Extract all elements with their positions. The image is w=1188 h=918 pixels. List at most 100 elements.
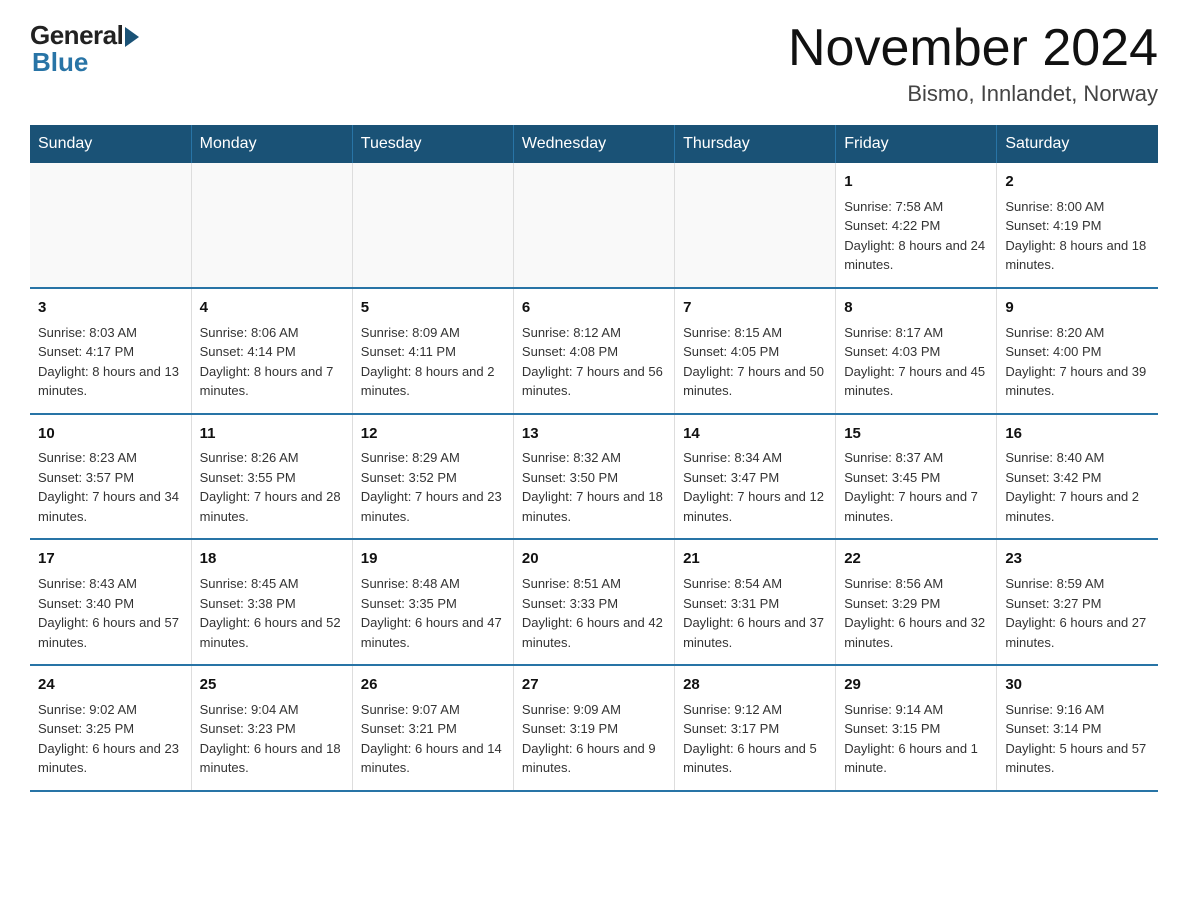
day-info: Sunrise: 8:40 AMSunset: 3:42 PMDaylight:… <box>1005 448 1150 526</box>
day-info: Sunrise: 8:12 AMSunset: 4:08 PMDaylight:… <box>522 323 666 401</box>
calendar-cell <box>352 163 513 288</box>
day-info: Sunrise: 8:09 AMSunset: 4:11 PMDaylight:… <box>361 323 505 401</box>
day-info: Sunrise: 8:56 AMSunset: 3:29 PMDaylight:… <box>844 574 988 652</box>
calendar-cell: 6 Sunrise: 8:12 AMSunset: 4:08 PMDaylight… <box>513 288 674 414</box>
header-day-saturday: Saturday <box>997 125 1158 163</box>
day-number: 1 <box>844 171 988 193</box>
calendar-cell: 20Sunrise: 8:51 AMSunset: 3:33 PMDayligh… <box>513 539 674 665</box>
day-info: Sunrise: 8:43 AMSunset: 3:40 PMDaylight:… <box>38 574 183 652</box>
calendar-cell: 5 Sunrise: 8:09 AMSunset: 4:11 PMDaylight… <box>352 288 513 414</box>
day-number: 12 <box>361 423 505 445</box>
calendar-week-4: 17 Sunrise: 8:43 AMSunset: 3:40 PMDayligh… <box>30 539 1158 665</box>
calendar-cell: 10 Sunrise: 8:23 AMSunset: 3:57 PMDayligh… <box>30 414 191 540</box>
header-day-thursday: Thursday <box>675 125 836 163</box>
calendar-cell: 25 Sunrise: 9:04 AMSunset: 3:23 PMDayligh… <box>191 665 352 791</box>
day-number: 14 <box>683 423 827 445</box>
day-info: Sunrise: 7:58 AMSunset: 4:22 PMDaylight:… <box>844 197 988 275</box>
calendar-cell: 21 Sunrise: 8:54 AMSunset: 3:31 PMDayligh… <box>675 539 836 665</box>
calendar-cell: 23 Sunrise: 8:59 AMSunset: 3:27 PMDayligh… <box>997 539 1158 665</box>
day-number: 7 <box>683 297 827 319</box>
calendar-cell: 15 Sunrise: 8:37 AMSunset: 3:45 PMDayligh… <box>836 414 997 540</box>
calendar-cell: 26 Sunrise: 9:07 AMSunset: 3:21 PMDayligh… <box>352 665 513 791</box>
calendar-cell: 27 Sunrise: 9:09 AMSunset: 3:19 PMDayligh… <box>513 665 674 791</box>
title-block: November 2024 Bismo, Innlandet, Norway <box>788 20 1158 107</box>
header-day-friday: Friday <box>836 125 997 163</box>
calendar-cell: 16 Sunrise: 8:40 AMSunset: 3:42 PMDayligh… <box>997 414 1158 540</box>
day-number: 10 <box>38 423 183 445</box>
calendar-table: SundayMondayTuesdayWednesdayThursdayFrid… <box>30 125 1158 792</box>
day-info: Sunrise: 8:03 AMSunset: 4:17 PMDaylight:… <box>38 323 183 401</box>
day-number: 24 <box>38 674 183 696</box>
day-number: 4 <box>200 297 344 319</box>
day-number: 3 <box>38 297 183 319</box>
day-number: 26 <box>361 674 505 696</box>
day-info: Sunrise: 8:26 AMSunset: 3:55 PMDaylight:… <box>200 448 344 526</box>
calendar-cell: 24 Sunrise: 9:02 AMSunset: 3:25 PMDayligh… <box>30 665 191 791</box>
day-number: 20 <box>522 548 666 570</box>
day-info: Sunrise: 8:54 AMSunset: 3:31 PMDaylight:… <box>683 574 827 652</box>
calendar-cell <box>191 163 352 288</box>
calendar-cell: 28Sunrise: 9:12 AMSunset: 3:17 PMDayligh… <box>675 665 836 791</box>
calendar-cell: 17 Sunrise: 8:43 AMSunset: 3:40 PMDayligh… <box>30 539 191 665</box>
day-info: Sunrise: 9:16 AMSunset: 3:14 PMDaylight:… <box>1005 700 1150 778</box>
header-day-tuesday: Tuesday <box>352 125 513 163</box>
day-info: Sunrise: 9:09 AMSunset: 3:19 PMDaylight:… <box>522 700 666 778</box>
day-number: 25 <box>200 674 344 696</box>
day-number: 17 <box>38 548 183 570</box>
calendar-cell: 22 Sunrise: 8:56 AMSunset: 3:29 PMDayligh… <box>836 539 997 665</box>
day-number: 18 <box>200 548 344 570</box>
calendar-week-2: 3 Sunrise: 8:03 AMSunset: 4:17 PMDaylight… <box>30 288 1158 414</box>
page-header: General Blue November 2024 Bismo, Innlan… <box>30 20 1158 107</box>
header-day-wednesday: Wednesday <box>513 125 674 163</box>
day-number: 22 <box>844 548 988 570</box>
logo: General Blue <box>30 20 139 78</box>
calendar-cell <box>513 163 674 288</box>
logo-arrow-icon <box>125 27 139 47</box>
day-number: 19 <box>361 548 505 570</box>
day-info: Sunrise: 8:34 AMSunset: 3:47 PMDaylight:… <box>683 448 827 526</box>
day-number: 27 <box>522 674 666 696</box>
day-number: 15 <box>844 423 988 445</box>
calendar-cell <box>30 163 191 288</box>
day-number: 16 <box>1005 423 1150 445</box>
day-number: 6 <box>522 297 666 319</box>
day-info: Sunrise: 8:17 AMSunset: 4:03 PMDaylight:… <box>844 323 988 401</box>
day-info: Sunrise: 9:12 AMSunset: 3:17 PMDaylight:… <box>683 700 827 778</box>
header-day-monday: Monday <box>191 125 352 163</box>
location-title: Bismo, Innlandet, Norway <box>788 81 1158 107</box>
day-info: Sunrise: 9:02 AMSunset: 3:25 PMDaylight:… <box>38 700 183 778</box>
day-number: 21 <box>683 548 827 570</box>
day-info: Sunrise: 8:00 AMSunset: 4:19 PMDaylight:… <box>1005 197 1150 275</box>
calendar-cell: 30 Sunrise: 9:16 AMSunset: 3:14 PMDayligh… <box>997 665 1158 791</box>
calendar-cell: 11 Sunrise: 8:26 AMSunset: 3:55 PMDayligh… <box>191 414 352 540</box>
calendar-cell: 12Sunrise: 8:29 AMSunset: 3:52 PMDayligh… <box>352 414 513 540</box>
calendar-week-3: 10 Sunrise: 8:23 AMSunset: 3:57 PMDayligh… <box>30 414 1158 540</box>
calendar-cell: 9 Sunrise: 8:20 AMSunset: 4:00 PMDaylight… <box>997 288 1158 414</box>
day-number: 30 <box>1005 674 1150 696</box>
day-info: Sunrise: 8:48 AMSunset: 3:35 PMDaylight:… <box>361 574 505 652</box>
calendar-cell: 18Sunrise: 8:45 AMSunset: 3:38 PMDayligh… <box>191 539 352 665</box>
calendar-cell: 7 Sunrise: 8:15 AMSunset: 4:05 PMDaylight… <box>675 288 836 414</box>
day-number: 9 <box>1005 297 1150 319</box>
day-info: Sunrise: 8:59 AMSunset: 3:27 PMDaylight:… <box>1005 574 1150 652</box>
calendar-cell: 2 Sunrise: 8:00 AMSunset: 4:19 PMDaylight… <box>997 163 1158 288</box>
day-number: 5 <box>361 297 505 319</box>
calendar-week-5: 24 Sunrise: 9:02 AMSunset: 3:25 PMDayligh… <box>30 665 1158 791</box>
day-number: 2 <box>1005 171 1150 193</box>
day-info: Sunrise: 8:23 AMSunset: 3:57 PMDaylight:… <box>38 448 183 526</box>
day-info: Sunrise: 9:14 AMSunset: 3:15 PMDaylight:… <box>844 700 988 778</box>
day-number: 13 <box>522 423 666 445</box>
day-info: Sunrise: 9:04 AMSunset: 3:23 PMDaylight:… <box>200 700 344 778</box>
calendar-cell: 1 Sunrise: 7:58 AMSunset: 4:22 PMDaylight… <box>836 163 997 288</box>
day-info: Sunrise: 8:37 AMSunset: 3:45 PMDaylight:… <box>844 448 988 526</box>
day-info: Sunrise: 8:20 AMSunset: 4:00 PMDaylight:… <box>1005 323 1150 401</box>
day-number: 11 <box>200 423 344 445</box>
day-number: 29 <box>844 674 988 696</box>
day-number: 23 <box>1005 548 1150 570</box>
day-info: Sunrise: 8:32 AMSunset: 3:50 PMDaylight:… <box>522 448 666 526</box>
day-info: Sunrise: 8:15 AMSunset: 4:05 PMDaylight:… <box>683 323 827 401</box>
calendar-cell: 13 Sunrise: 8:32 AMSunset: 3:50 PMDayligh… <box>513 414 674 540</box>
day-info: Sunrise: 9:07 AMSunset: 3:21 PMDaylight:… <box>361 700 505 778</box>
month-title: November 2024 <box>788 20 1158 77</box>
calendar-cell: 3 Sunrise: 8:03 AMSunset: 4:17 PMDaylight… <box>30 288 191 414</box>
